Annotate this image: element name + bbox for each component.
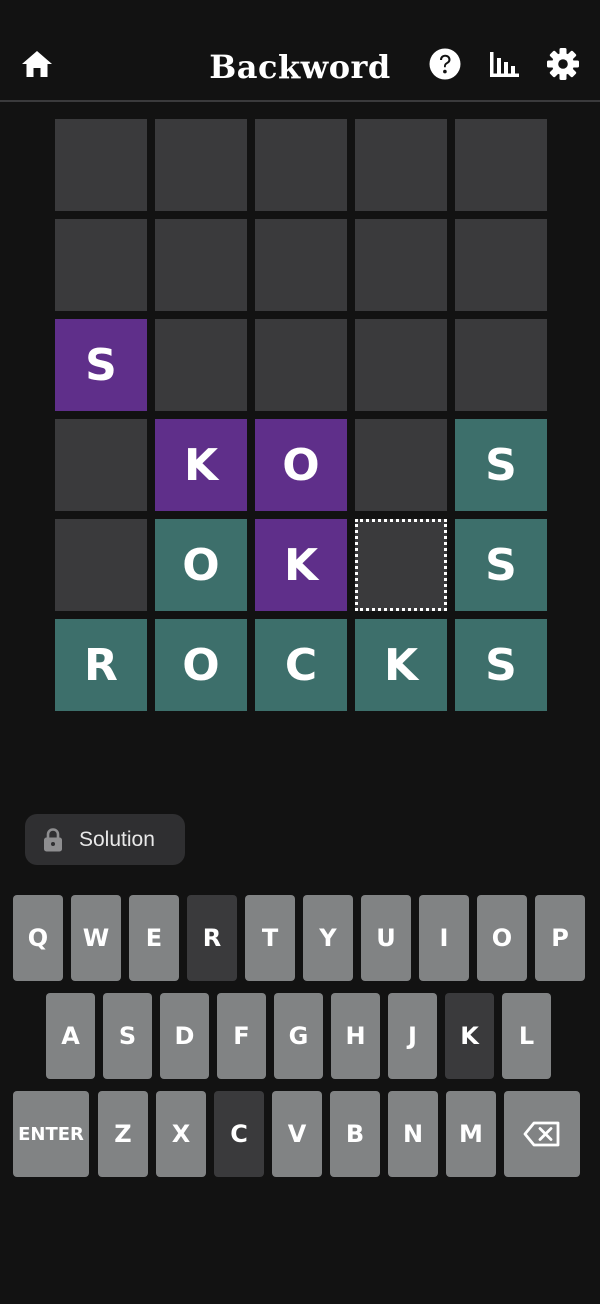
app-header: Backword [0,0,600,102]
board-tile[interactable] [255,219,347,311]
key-r[interactable]: R [187,895,237,981]
keyboard-row-2: ASDFGHJKL [46,993,551,1079]
key-n[interactable]: N [388,1091,438,1177]
settings-icon[interactable] [546,47,580,81]
key-t[interactable]: T [245,895,295,981]
lock-icon [44,827,62,851]
board-tile[interactable] [55,219,147,311]
board-tile[interactable]: S [55,319,147,411]
backspace-icon [523,1121,560,1147]
key-p[interactable]: P [535,895,585,981]
key-c[interactable]: C [214,1091,264,1177]
key-s[interactable]: S [103,993,152,1079]
key-a[interactable]: A [46,993,95,1079]
board-tile[interactable] [255,319,347,411]
board-tile[interactable]: O [155,519,247,611]
key-b[interactable]: B [330,1091,380,1177]
board-tile[interactable] [155,119,247,211]
board-tile[interactable] [55,519,147,611]
board-tile[interactable]: S [455,619,547,711]
home-icon[interactable] [20,48,54,80]
key-x[interactable]: X [156,1091,206,1177]
key-l[interactable]: L [502,993,551,1079]
key-o[interactable]: O [477,895,527,981]
board-tile[interactable]: O [255,419,347,511]
key-e[interactable]: E [129,895,179,981]
key-k[interactable]: K [445,993,494,1079]
board-tile[interactable]: S [455,419,547,511]
keyboard-row-3: ENTER Z X C V B N M [13,1091,580,1177]
solution-label: Solution [79,827,155,851]
board-tile[interactable] [455,119,547,211]
board-tile[interactable]: K [255,519,347,611]
board-tile[interactable] [355,519,447,611]
key-d[interactable]: D [160,993,209,1079]
board-tile[interactable]: K [155,419,247,511]
backspace-key[interactable] [504,1091,580,1177]
board-tile[interactable]: O [155,619,247,711]
help-icon[interactable] [428,47,462,81]
keyboard-row-1: QWERTYUIOP [13,895,585,981]
key-q[interactable]: Q [13,895,63,981]
key-f[interactable]: F [217,993,266,1079]
board-tile[interactable] [355,119,447,211]
board-tile[interactable] [355,319,447,411]
board-tile[interactable] [55,419,147,511]
key-v[interactable]: V [272,1091,322,1177]
key-g[interactable]: G [274,993,323,1079]
key-i[interactable]: I [419,895,469,981]
board-tile[interactable] [355,419,447,511]
board-tile[interactable]: K [355,619,447,711]
board-tile[interactable] [155,319,247,411]
key-m[interactable]: M [446,1091,496,1177]
key-z[interactable]: Z [98,1091,148,1177]
key-u[interactable]: U [361,895,411,981]
key-y[interactable]: Y [303,895,353,981]
key-h[interactable]: H [331,993,380,1079]
board-tile[interactable] [455,319,547,411]
board-tile[interactable]: C [255,619,347,711]
app-title: Backword [209,48,391,86]
board-tile[interactable] [255,119,347,211]
solution-button[interactable]: Solution [25,814,185,865]
key-w[interactable]: W [71,895,121,981]
board-tile[interactable] [355,219,447,311]
key-j[interactable]: J [388,993,437,1079]
board-tile[interactable] [455,219,547,311]
game-board: SKOSOKSROCKS [55,119,547,711]
stats-icon[interactable] [487,47,521,81]
enter-key[interactable]: ENTER [13,1091,89,1177]
board-tile[interactable] [155,219,247,311]
board-tile[interactable] [55,119,147,211]
board-tile[interactable]: R [55,619,147,711]
board-tile[interactable]: S [455,519,547,611]
